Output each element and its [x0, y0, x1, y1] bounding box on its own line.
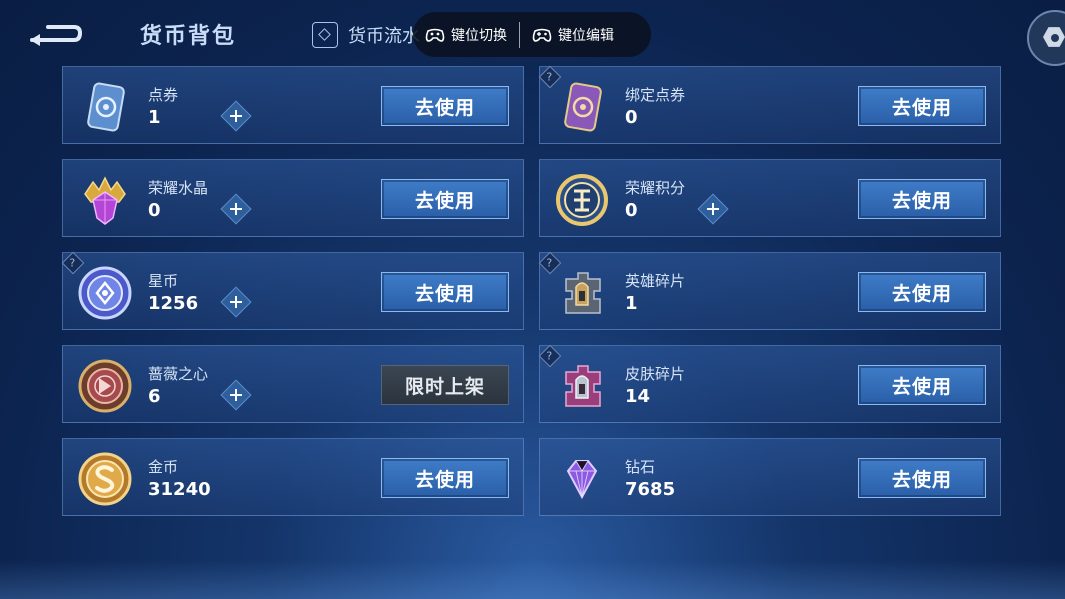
- currency-amount: 6: [148, 386, 161, 407]
- page-title: 货币背包: [140, 24, 237, 49]
- limited-time-button[interactable]: 限时上架: [381, 365, 509, 405]
- add-glory-points-button[interactable]: [697, 193, 729, 225]
- currency-flow-icon: [312, 22, 338, 48]
- use-voucher-button[interactable]: 去使用: [381, 86, 509, 126]
- use-skin-shard-button[interactable]: 去使用: [858, 365, 986, 405]
- gold-coin-icon: [77, 451, 133, 507]
- currency-amount: 0: [625, 107, 638, 128]
- currency-card-glory-points: 荣耀积分 0 去使用: [539, 159, 1001, 237]
- glory-crystal-icon: [77, 172, 133, 228]
- currency-amount: 7685: [625, 479, 676, 500]
- gamepad-edit-icon: [532, 28, 552, 42]
- currency-card-rose-heart: 蔷薇之心 6 限时上架: [62, 345, 524, 423]
- settings-gear-icon: [1051, 34, 1059, 42]
- use-diamond-button[interactable]: 去使用: [858, 458, 986, 498]
- back-arrow-icon: [30, 25, 83, 46]
- currency-card-gold: 金币 31240 去使用: [62, 438, 524, 516]
- tab-currency-flow-label: 货币流水: [348, 26, 420, 47]
- currency-name: 荣耀积分: [625, 179, 686, 197]
- add-rose-heart-button[interactable]: [220, 379, 252, 411]
- currency-card-voucher: 点券 1 去使用: [62, 66, 524, 144]
- currency-name: 蔷薇之心: [148, 365, 209, 383]
- currency-amount: 31240: [148, 479, 211, 500]
- add-glory-crystal-button[interactable]: [220, 193, 252, 225]
- currency-amount: 1: [148, 107, 161, 128]
- hero-shard-icon: [554, 265, 610, 321]
- currency-name: 皮肤碎片: [625, 365, 686, 383]
- currency-card-glory-crystal: 荣耀水晶 0 去使用: [62, 159, 524, 237]
- use-gold-button[interactable]: 去使用: [381, 458, 509, 498]
- use-glory-crystal-button[interactable]: 去使用: [381, 179, 509, 219]
- glory-points-icon: [554, 172, 610, 228]
- settings-button[interactable]: [1027, 10, 1065, 66]
- currency-name: 钻石: [625, 458, 656, 476]
- skin-shard-icon: [554, 358, 610, 414]
- currency-name: 英雄碎片: [625, 272, 686, 290]
- bottom-glow: [0, 560, 1065, 599]
- key-switch-button[interactable]: 键位切换: [413, 25, 519, 45]
- currency-amount: 14: [625, 386, 651, 407]
- currency-amount: 1256: [148, 293, 199, 314]
- currency-amount: 0: [625, 200, 638, 221]
- use-star-coin-button[interactable]: 去使用: [381, 272, 509, 312]
- gamepad-switch-icon: [425, 28, 445, 42]
- key-edit-label: 键位编辑: [558, 27, 614, 44]
- add-star-coin-button[interactable]: [220, 286, 252, 318]
- key-switch-label: 键位切换: [451, 27, 507, 44]
- currency-card-star-coin: ? 星币 1256 去使用: [61, 251, 524, 330]
- use-bound-voucher-button[interactable]: 去使用: [858, 86, 986, 126]
- rose-heart-icon: [77, 358, 133, 414]
- currency-amount: 0: [148, 200, 161, 221]
- bound-voucher-icon: [554, 79, 610, 135]
- top-bar: 货币背包 货币流水 键位切换 键位编辑: [0, 0, 1065, 66]
- currency-card-hero-shard: ? 英雄碎片 1 去使用: [538, 251, 1001, 330]
- currency-card-bound-voucher: ? 绑定点券 0 去使用: [538, 65, 1001, 144]
- voucher-icon: [77, 79, 133, 135]
- currency-name: 荣耀水晶: [148, 179, 209, 197]
- back-button[interactable]: [26, 18, 84, 48]
- key-edit-button[interactable]: 键位编辑: [520, 25, 626, 45]
- use-glory-points-button[interactable]: 去使用: [858, 179, 986, 219]
- add-voucher-button[interactable]: [220, 100, 252, 132]
- key-mapping-bar: 键位切换 键位编辑: [413, 12, 651, 57]
- currency-card-diamond: 钻石 7685 去使用: [539, 438, 1001, 516]
- currency-amount: 1: [625, 293, 638, 314]
- currency-name: 点券: [148, 86, 179, 104]
- use-hero-shard-button[interactable]: 去使用: [858, 272, 986, 312]
- star-coin-icon: [77, 265, 133, 321]
- tab-currency-flow[interactable]: 货币流水: [312, 20, 420, 50]
- currency-name: 金币: [148, 458, 179, 476]
- diamond-icon: [554, 451, 610, 507]
- currency-card-skin-shard: ? 皮肤碎片 14 去使用: [538, 344, 1001, 423]
- currency-name: 绑定点券: [625, 86, 686, 104]
- currency-name: 星币: [148, 272, 179, 290]
